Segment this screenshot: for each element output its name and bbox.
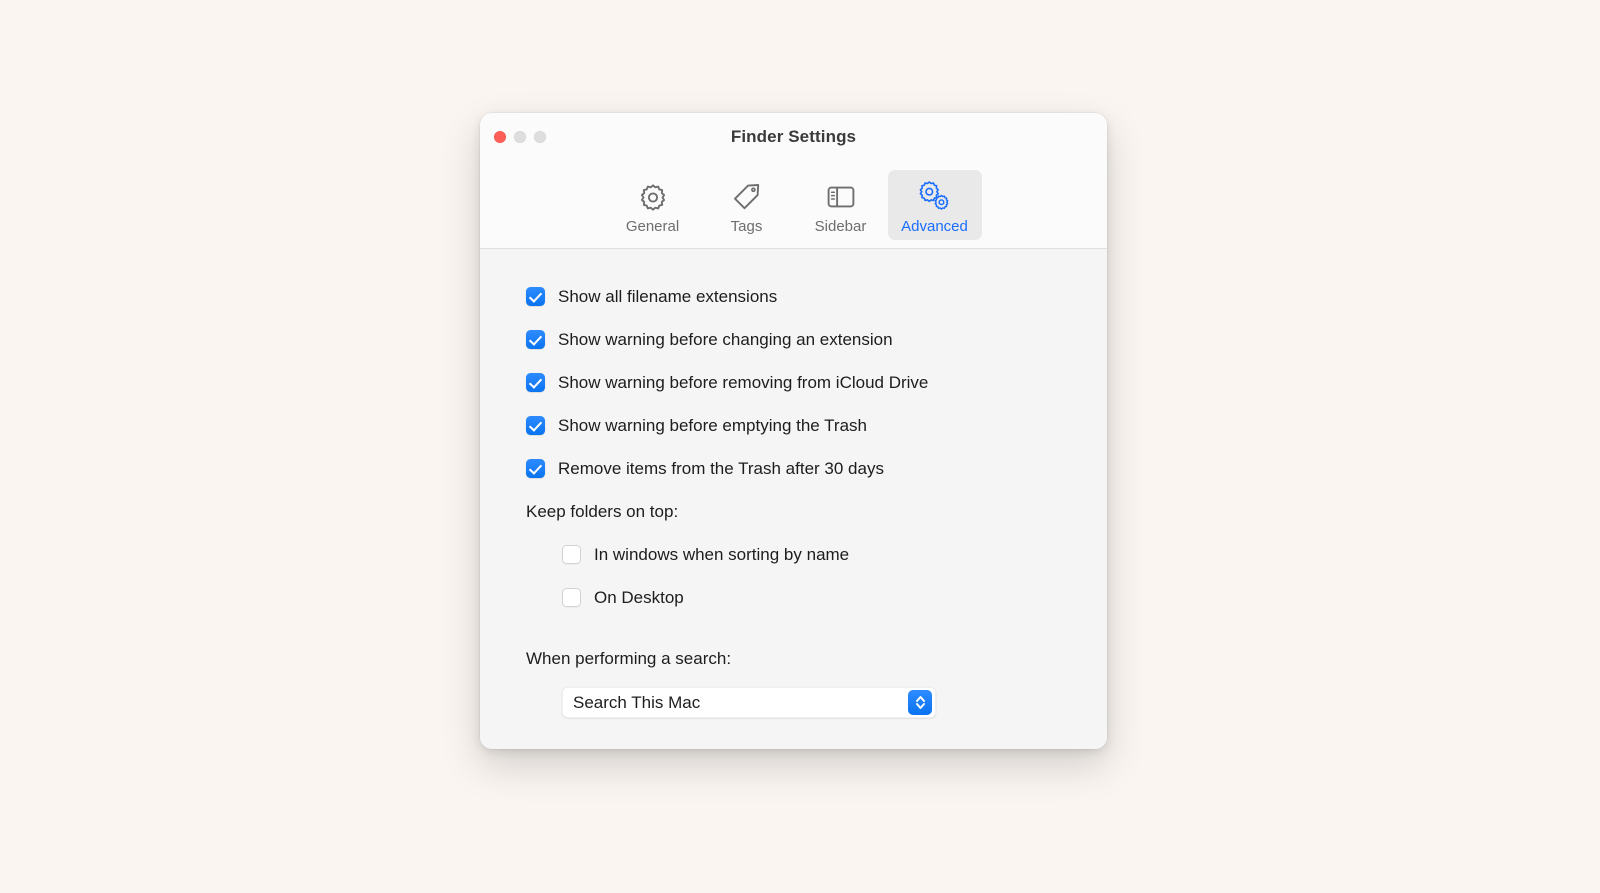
checkbox-warn-changing-extension[interactable] <box>526 330 545 349</box>
advanced-settings-pane: Show all filename extensions Show warnin… <box>480 249 1107 749</box>
tab-sidebar-label: Sidebar <box>814 218 867 235</box>
setting-label: On Desktop <box>594 588 684 607</box>
tab-sidebar[interactable]: Sidebar <box>794 170 888 240</box>
checkbox-in-windows-when-sorting-by-name[interactable] <box>562 545 581 564</box>
setting-row-warn-emptying-trash[interactable]: Show warning before emptying the Trash <box>480 404 1107 447</box>
setting-label: In windows when sorting by name <box>594 545 850 564</box>
gear-icon <box>637 179 669 215</box>
setting-label: Show warning before emptying the Trash <box>558 416 868 435</box>
tab-general-label: General <box>625 218 680 235</box>
when-performing-a-search-label: When performing a search: <box>526 649 732 668</box>
checkbox-warn-emptying-trash[interactable] <box>526 416 545 435</box>
finder-settings-window: Finder Settings General Tags Sidebar Adv… <box>480 113 1107 749</box>
keep-folders-on-top-group-label-row: Keep folders on top: <box>480 490 1107 533</box>
settings-toolbar: General Tags Sidebar Advanced <box>480 163 1107 249</box>
tag-icon <box>731 179 763 215</box>
setting-row-on-desktop[interactable]: On Desktop <box>480 576 1107 619</box>
checkbox-on-desktop[interactable] <box>562 588 581 607</box>
setting-label: Show warning before removing from iCloud… <box>558 373 929 392</box>
search-scope-popup-wrap: Search This Mac <box>480 687 1107 718</box>
tab-advanced[interactable]: Advanced <box>887 170 982 240</box>
checkbox-show-all-filename-extensions[interactable] <box>526 287 545 306</box>
tab-tags-label: Tags <box>730 218 763 235</box>
setting-row-in-windows-when-sorting-by-name[interactable]: In windows when sorting by name <box>480 533 1107 576</box>
window-title: Finder Settings <box>730 127 857 146</box>
setting-row-show-all-filename-extensions[interactable]: Show all filename extensions <box>480 275 1107 318</box>
search-scope-popup-button[interactable]: Search This Mac <box>562 687 936 718</box>
checkbox-remove-items-after-30-days[interactable] <box>526 459 545 478</box>
double-gear-icon <box>918 179 952 215</box>
setting-label: Remove items from the Trash after 30 day… <box>558 459 884 478</box>
search-scope-selected-value: Search This Mac <box>573 693 701 712</box>
tab-advanced-label: Advanced <box>901 218 968 235</box>
setting-row-warn-removing-icloud-drive[interactable]: Show warning before removing from iCloud… <box>480 361 1107 404</box>
setting-row-warn-changing-extension[interactable]: Show warning before changing an extensio… <box>480 318 1107 361</box>
keep-folders-on-top-label: Keep folders on top: <box>526 502 679 521</box>
tab-tags[interactable]: Tags <box>700 170 794 240</box>
setting-label: Show all filename extensions <box>558 287 778 306</box>
checkbox-warn-removing-icloud-drive[interactable] <box>526 373 545 392</box>
tab-general[interactable]: General <box>606 170 700 240</box>
chevron-up-down-icon[interactable] <box>908 690 932 715</box>
when-performing-a-search-label-row: When performing a search: <box>480 637 1107 680</box>
setting-label: Show warning before changing an extensio… <box>558 330 893 349</box>
setting-row-remove-items-after-30-days[interactable]: Remove items from the Trash after 30 day… <box>480 447 1107 490</box>
title-bar: Finder Settings <box>480 113 1107 163</box>
sidebar-icon <box>825 179 857 215</box>
